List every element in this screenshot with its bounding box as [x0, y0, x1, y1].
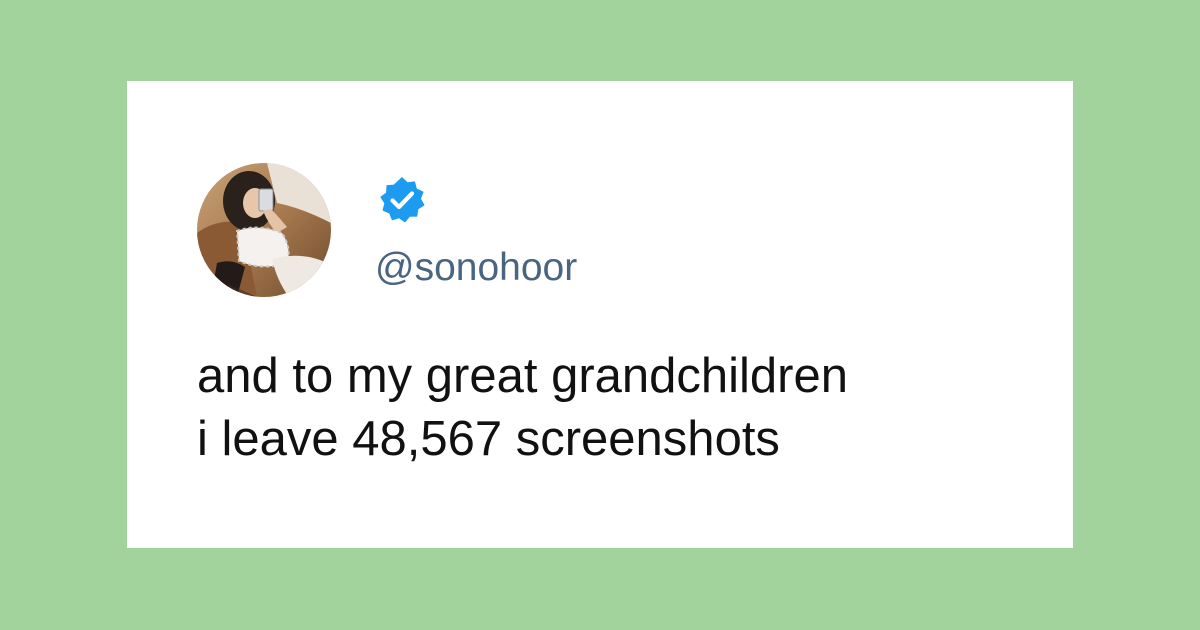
tweet-card: @sonohoor and to my great grandchildren …	[127, 81, 1073, 548]
user-handle[interactable]: @sonohoor	[375, 245, 577, 291]
tweet-text-line-2: i leave 48,567 screenshots	[197, 412, 780, 466]
verified-badge	[377, 175, 427, 225]
verified-check-icon	[380, 177, 425, 223]
tweet-text: and to my great grandchildren i leave 48…	[197, 345, 1017, 471]
tweet-text-line-1: and to my great grandchildren	[197, 349, 848, 403]
profile-avatar[interactable]	[197, 163, 331, 297]
avatar-photo	[197, 163, 331, 297]
